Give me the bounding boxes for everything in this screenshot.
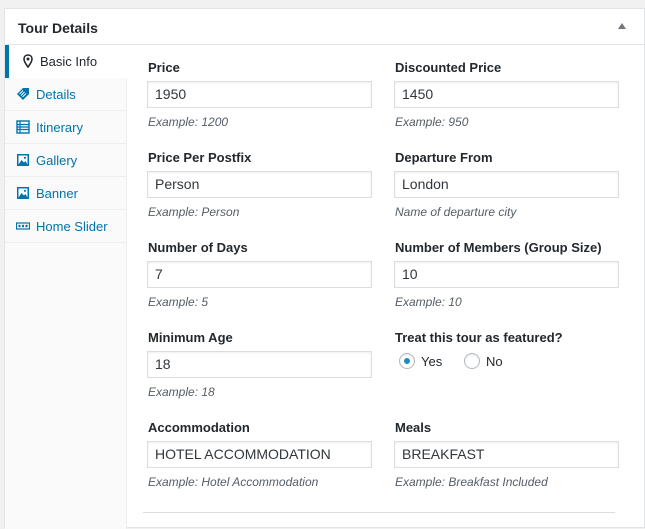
slider-icon: [16, 222, 30, 230]
meals-input[interactable]: BREAKFAST: [394, 441, 619, 468]
departure-input[interactable]: London: [394, 171, 619, 198]
tab-label: Details: [36, 87, 76, 102]
accommodation-input[interactable]: HOTEL ACCOMMODATION: [147, 441, 372, 468]
meals-label: Meals: [395, 420, 432, 435]
days-label: Number of Days: [148, 240, 248, 255]
tab-label: Home Slider: [36, 219, 108, 234]
tabs-sidebar: Basic Info Details Itinerary Gallery Ban…: [5, 45, 128, 529]
panel-header[interactable]: Tour Details: [5, 9, 644, 45]
panel-title: Tour Details: [18, 20, 98, 36]
section-divider: [143, 512, 615, 513]
departure-hint: Name of departure city: [395, 205, 517, 219]
tag-icon: [17, 88, 29, 100]
featured-no-label[interactable]: No: [486, 354, 503, 369]
discounted-price-label: Discounted Price: [395, 60, 502, 75]
tab-label: Gallery: [36, 153, 78, 168]
tab-basic-info[interactable]: Basic Info: [5, 45, 128, 78]
price-input[interactable]: 1950: [147, 81, 372, 108]
featured-no-radio[interactable]: [464, 353, 480, 369]
discounted-price-input[interactable]: 1450: [394, 81, 619, 108]
featured-yes-radio[interactable]: [399, 353, 415, 369]
tab-label: Banner: [36, 186, 78, 201]
discounted-price-hint: Example: 950: [395, 115, 469, 129]
min-age-hint: Example: 18: [148, 385, 215, 399]
featured-label: Treat this tour as featured?: [395, 330, 563, 345]
tab-details[interactable]: Details: [5, 78, 127, 111]
price-hint: Example: 1200: [148, 115, 229, 129]
tab-home-slider[interactable]: Home Slider: [5, 210, 127, 243]
image-icon: [17, 154, 29, 166]
tab-gallery[interactable]: Gallery: [5, 144, 127, 177]
price-postfix-hint: Example: Person: [148, 205, 240, 219]
min-age-label: Minimum Age: [148, 330, 233, 345]
meals-hint: Example: Breakfast Included: [395, 475, 548, 489]
price-postfix-label: Price Per Postfix: [148, 150, 252, 165]
image-icon: [17, 187, 29, 199]
map-pin-icon: [23, 54, 33, 68]
members-hint: Example: 10: [395, 295, 462, 309]
accommodation-hint: Example: Hotel Accommodation: [148, 475, 319, 489]
list-icon: [16, 120, 30, 134]
collapse-toggle-icon[interactable]: [618, 23, 626, 29]
price-postfix-input[interactable]: Person: [147, 171, 372, 198]
departure-label: Departure From: [395, 150, 493, 165]
accommodation-label: Accommodation: [148, 420, 250, 435]
price-label: Price: [148, 60, 180, 75]
tab-banner[interactable]: Banner: [5, 177, 127, 210]
days-input[interactable]: 7: [147, 261, 372, 288]
members-label: Number of Members (Group Size): [395, 240, 602, 255]
members-input[interactable]: 10: [394, 261, 619, 288]
days-hint: Example: 5: [148, 295, 209, 309]
tab-label: Basic Info: [40, 54, 98, 69]
tab-itinerary[interactable]: Itinerary: [5, 111, 127, 144]
tab-label: Itinerary: [36, 120, 83, 135]
featured-yes-label[interactable]: Yes: [421, 354, 442, 369]
min-age-input[interactable]: 18: [147, 351, 372, 378]
